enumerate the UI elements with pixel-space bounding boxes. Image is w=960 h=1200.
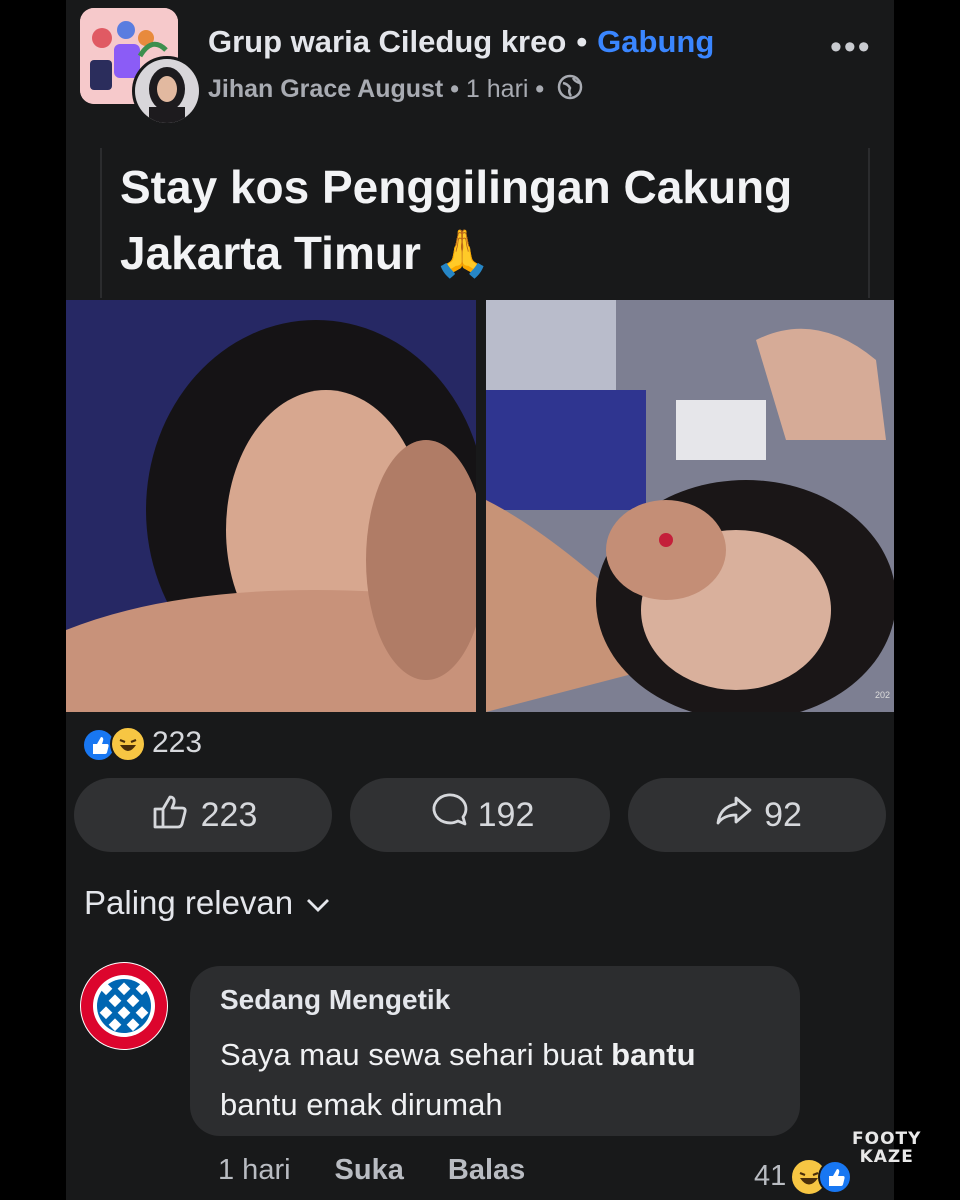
post-meta: Jihan Grace August • 1 hari • (208, 74, 583, 107)
comment-text-bold: bantu (611, 1037, 696, 1072)
share-arrow-icon (712, 789, 764, 842)
post-header: Grup waria Ciledug kreo • Gabung ••• Jihan… (66, 0, 894, 140)
comment-text-part2: bantu emak dirumah (220, 1087, 503, 1122)
comment-sort-dropdown[interactable]: Paling relevan (84, 884, 331, 922)
comment-reply-button[interactable]: Balas (448, 1154, 525, 1187)
comment-text-part1: Saya mau sewa sehari buat (220, 1037, 612, 1072)
separator-dot: • (576, 24, 588, 59)
post-photo-2[interactable]: 202 (486, 300, 894, 712)
comment-reaction-summary[interactable]: 41 (754, 1158, 853, 1196)
comment-reaction-icons (790, 1158, 853, 1196)
reaction-icons (82, 726, 148, 762)
separator-dot: • (450, 75, 466, 104)
haha-icon (110, 726, 146, 762)
brand-watermark: FOOTY KAZE (852, 1130, 921, 1166)
comment-bubble-icon (426, 789, 478, 842)
comment-bubble: Sedang Mengetik Saya mau sewa sehari bua… (190, 966, 800, 1136)
like-icon (818, 1160, 853, 1194)
separator-dot: • (535, 75, 545, 104)
comment-count: 192 (477, 795, 535, 834)
join-button[interactable]: Gabung (597, 24, 714, 59)
chevron-down-icon (293, 884, 331, 922)
reaction-count: 223 (152, 726, 203, 759)
comment-text: Saya mau sewa sehari buat bantu bantu ema… (220, 1030, 790, 1130)
share-button[interactable]: 92 (628, 778, 886, 852)
post-screen: Grup waria Ciledug kreo • Gabung ••• Jihan… (66, 0, 894, 1200)
comment-time[interactable]: 1 hari (218, 1154, 291, 1187)
author-name[interactable]: Jihan Grace August (208, 75, 443, 103)
thumbs-up-icon (149, 789, 201, 842)
author-avatar[interactable] (132, 56, 202, 126)
comment-button[interactable]: 192 (350, 778, 610, 852)
group-title-line: Grup waria Ciledug kreo • Gabung (208, 24, 714, 60)
watermark-line2: KAZE (859, 1147, 914, 1167)
post-text: Stay kos Penggilingan Cakung Jakarta Tim… (120, 161, 793, 279)
like-button[interactable]: 223 (74, 778, 332, 852)
sort-label: Paling relevan (84, 884, 294, 921)
post-photo-1[interactable] (66, 300, 476, 712)
photo-watermark: 202 (874, 690, 890, 700)
more-horizontal-icon[interactable]: ••• (830, 28, 872, 67)
comment-actions: 1 hari Suka Balas (218, 1154, 525, 1187)
post-time[interactable]: 1 hari (466, 75, 529, 103)
comment-reaction-count: 41 (754, 1159, 787, 1192)
globe-icon (557, 74, 583, 107)
comment-like-button[interactable]: Suka (335, 1154, 404, 1187)
reaction-summary[interactable]: 223 (82, 726, 203, 762)
watermark-line1: FOOTY (852, 1129, 922, 1149)
group-name[interactable]: Grup waria Ciledug kreo (208, 24, 566, 59)
share-count: 92 (764, 795, 802, 834)
commenter-avatar[interactable] (80, 962, 168, 1050)
like-count: 223 (200, 795, 258, 834)
comment-author[interactable]: Sedang Mengetik (220, 984, 450, 1016)
